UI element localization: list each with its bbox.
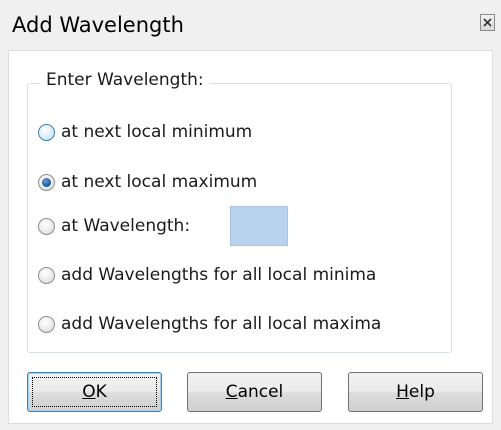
option-label: at next local maximum [61,172,258,192]
option-label: at next local minimum [61,122,253,142]
help-button-label: Help [396,382,435,402]
option-all-local-minima[interactable]: add Wavelengths for all local minima [38,263,376,287]
option-all-local-maxima[interactable]: add Wavelengths for all local maxima [38,312,381,336]
focus-rectangle [32,377,157,407]
option-label: at Wavelength: [61,216,191,236]
option-label: add Wavelengths for all local minima [61,265,377,285]
title-bar: Add Wavelength [0,0,501,50]
radio-button[interactable] [38,217,55,235]
help-button[interactable]: Help [348,372,483,412]
option-at-wavelength[interactable]: at Wavelength: [38,214,190,238]
window-title: Add Wavelength [12,13,184,37]
label-rest: elp [408,382,435,402]
radio-button[interactable] [38,173,55,191]
radio-button[interactable] [38,266,55,284]
cancel-button[interactable]: Cancel [187,372,322,412]
wavelength-input[interactable] [230,206,288,246]
radio-button[interactable] [38,315,55,333]
close-button[interactable] [480,14,495,31]
access-key: C [225,382,238,402]
close-icon [483,18,492,27]
option-label: add Wavelengths for all local maxima [61,314,382,334]
cancel-button-label: Cancel [226,382,284,402]
label-rest: ancel [237,382,284,402]
option-next-local-minimum[interactable]: at next local minimum [38,120,252,144]
ok-button[interactable]: OK [27,372,162,412]
option-next-local-maximum[interactable]: at next local maximum [38,170,257,194]
groupbox-legend: Enter Wavelength: [40,70,210,90]
access-key: H [396,382,409,402]
radio-button[interactable] [38,123,55,141]
